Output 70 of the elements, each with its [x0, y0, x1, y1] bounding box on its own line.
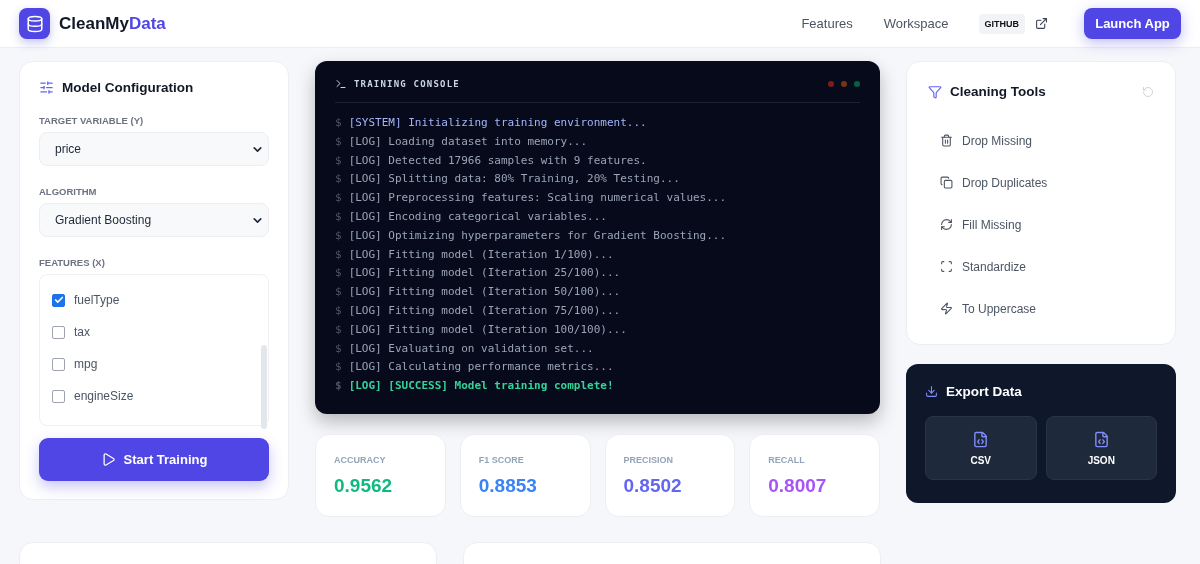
scan-icon — [940, 260, 953, 273]
brand-name: CleanMyData — [59, 13, 166, 34]
console-line: $ [LOG] Evaluating on validation set... — [335, 340, 595, 357]
field-label: ALGORITHM — [39, 186, 98, 198]
tool-button[interactable]: Drop Missing — [940, 131, 1154, 150]
code-file-icon — [1092, 430, 1110, 448]
console-line: $ [LOG] Detected 17966 samples with 9 features. — [335, 152, 648, 169]
code-file-icon — [972, 430, 990, 448]
card-title: Cleaning Tools — [950, 84, 1046, 99]
sliders-icon — [39, 80, 54, 95]
feature-label: engineSize — [74, 389, 134, 404]
console-line: $ [SYSTEM] Initializing training environment... — [335, 115, 648, 131]
feature-label: tax — [74, 325, 90, 340]
logo-icon — [19, 8, 50, 39]
terminal-icon — [335, 78, 347, 90]
export-button[interactable]: CSV — [925, 416, 1037, 480]
console-line: $ [LOG] Calculating performance metrics... — [335, 359, 615, 376]
console-line: $ [LOG] Fitting model (Iteration 100/100)... — [335, 321, 628, 338]
metric-value: 0.8853 — [478, 475, 538, 497]
refresh-icon — [940, 218, 953, 231]
field-label: TARGET VARIABLE (Y) — [39, 115, 145, 126]
metric-label: F1 SCORE — [478, 455, 525, 465]
checkbox[interactable] — [52, 293, 65, 307]
console-line: $ [LOG] Optimizing hyperparameters for Gradient Boosting... — [335, 227, 728, 244]
scrollbar[interactable] — [261, 345, 267, 430]
console-line: $ [LOG] Encoding categorical variables... — [335, 209, 608, 225]
console-line: $ [LOG] Fitting model (Iteration 50/100)... — [335, 284, 622, 301]
select-field[interactable]: price — [39, 132, 269, 167]
feature-label: mpg — [74, 357, 98, 372]
lightning-icon — [940, 302, 953, 315]
copy-icon — [940, 176, 953, 189]
console-title: TRAINING CONSOLE — [354, 79, 460, 89]
feature-label: fuelType — [74, 293, 120, 308]
checkbox[interactable] — [52, 357, 65, 371]
export-button[interactable]: JSON — [1045, 416, 1157, 480]
play-icon — [100, 452, 116, 468]
console-line: $ [LOG] Loading dataset into memory... — [335, 133, 589, 150]
metric-label: ACCURACY — [334, 455, 387, 465]
reset-icon[interactable] — [1142, 85, 1154, 98]
nav-link[interactable]: Workspace — [883, 16, 949, 31]
select-field[interactable]: Gradient Boosting — [39, 203, 269, 238]
tool-button[interactable]: To Uppercase — [940, 299, 1154, 318]
metric-value: 0.9562 — [334, 475, 394, 497]
card-title: Export Data — [946, 384, 1022, 399]
nav-link[interactable]: Features — [801, 16, 853, 31]
field-label: FEATURES (X) — [39, 257, 106, 269]
github-link[interactable]: GITHUB — [978, 13, 1025, 34]
tool-button[interactable]: Standardize — [940, 257, 1154, 276]
metric-label: PRECISION — [623, 455, 674, 465]
launch-app-button[interactable]: Launch App — [1084, 8, 1181, 39]
window-dots-icon — [828, 81, 860, 87]
console-line: $ [LOG] Preprocessing features: Scaling numerical values... — [335, 190, 728, 207]
console-line: $ [LOG] Fitting model (Iteration 25/100)... — [335, 265, 622, 282]
download-icon — [925, 385, 938, 398]
checkbox[interactable] — [52, 325, 65, 339]
external-link-icon[interactable] — [1035, 17, 1048, 30]
console-line: $ [LOG] Fitting model (Iteration 1/100)... — [335, 246, 615, 263]
tool-button[interactable]: Drop Duplicates — [940, 173, 1154, 192]
start-training-button[interactable]: Start Training — [39, 438, 269, 481]
console-line: $ [LOG] Fitting model (Iteration 75/100)... — [335, 302, 622, 319]
metric-value: 0.8502 — [623, 475, 683, 497]
filter-icon — [928, 84, 942, 99]
trash-icon — [940, 134, 953, 147]
card-title: Model Configuration — [62, 80, 194, 95]
console-line: $ [LOG] Splitting data: 80% Training, 20% Testing... — [335, 171, 681, 188]
metric-label: RECALL — [768, 455, 806, 465]
console-line: $ [LOG] [SUCCESS] Model training complete! — [335, 378, 615, 395]
tool-button[interactable]: Fill Missing — [940, 215, 1154, 234]
checkbox[interactable] — [52, 389, 65, 403]
metric-value: 0.8007 — [768, 475, 828, 497]
